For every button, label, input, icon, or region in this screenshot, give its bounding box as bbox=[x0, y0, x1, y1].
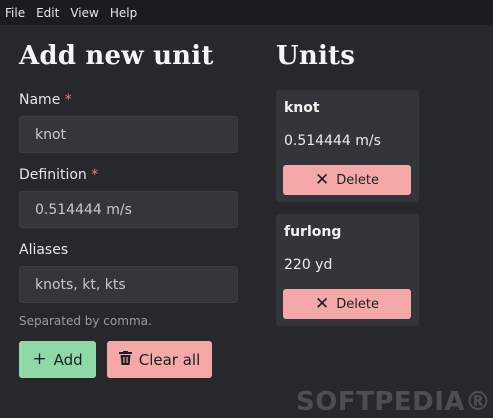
softpedia-watermark: SOFTPEDIA® bbox=[296, 387, 492, 417]
close-icon: ✕ bbox=[315, 293, 330, 314]
clear-all-label: Clear all bbox=[138, 350, 201, 369]
add-button[interactable]: + Add bbox=[19, 341, 96, 378]
delete-unit-button[interactable]: ✕ Delete bbox=[283, 289, 411, 319]
menu-file[interactable]: File bbox=[5, 6, 25, 20]
clear-all-button[interactable]: Clear all bbox=[107, 341, 212, 378]
definition-label-text: Definition bbox=[19, 167, 87, 183]
delete-unit-button[interactable]: ✕ Delete bbox=[283, 165, 411, 195]
units-title: Units bbox=[276, 41, 356, 71]
close-icon: ✕ bbox=[315, 169, 330, 190]
menu-bar: File Edit View Help bbox=[0, 0, 493, 25]
plus-icon: + bbox=[32, 349, 47, 369]
main-content: Add new unit Name * Definition * Aliases… bbox=[0, 25, 493, 418]
unit-card: knot 0.514444 m/s ✕ Delete bbox=[276, 90, 419, 202]
required-marker: * bbox=[91, 167, 99, 183]
menu-help[interactable]: Help bbox=[110, 6, 137, 20]
unit-name: knot bbox=[284, 100, 320, 116]
aliases-label: Aliases bbox=[19, 242, 69, 258]
unit-definition: 0.514444 m/s bbox=[284, 133, 381, 149]
trash-icon bbox=[118, 350, 132, 369]
delete-label: Delete bbox=[336, 172, 379, 188]
delete-label: Delete bbox=[336, 296, 379, 312]
aliases-input[interactable] bbox=[19, 266, 238, 303]
definition-label: Definition * bbox=[19, 167, 98, 183]
definition-input[interactable] bbox=[19, 191, 238, 228]
required-marker: * bbox=[64, 92, 72, 108]
name-label-text: Name bbox=[19, 92, 61, 108]
add-button-label: Add bbox=[53, 350, 83, 369]
unit-name: furlong bbox=[284, 224, 342, 240]
aliases-hint: Separated by comma. bbox=[19, 314, 152, 328]
unit-card: furlong 220 yd ✕ Delete bbox=[276, 214, 419, 326]
menu-edit[interactable]: Edit bbox=[36, 6, 59, 20]
name-input[interactable] bbox=[19, 116, 238, 153]
menu-view[interactable]: View bbox=[70, 6, 98, 20]
name-label: Name * bbox=[19, 92, 72, 108]
add-unit-title: Add new unit bbox=[19, 41, 214, 71]
unit-definition: 220 yd bbox=[284, 257, 333, 273]
